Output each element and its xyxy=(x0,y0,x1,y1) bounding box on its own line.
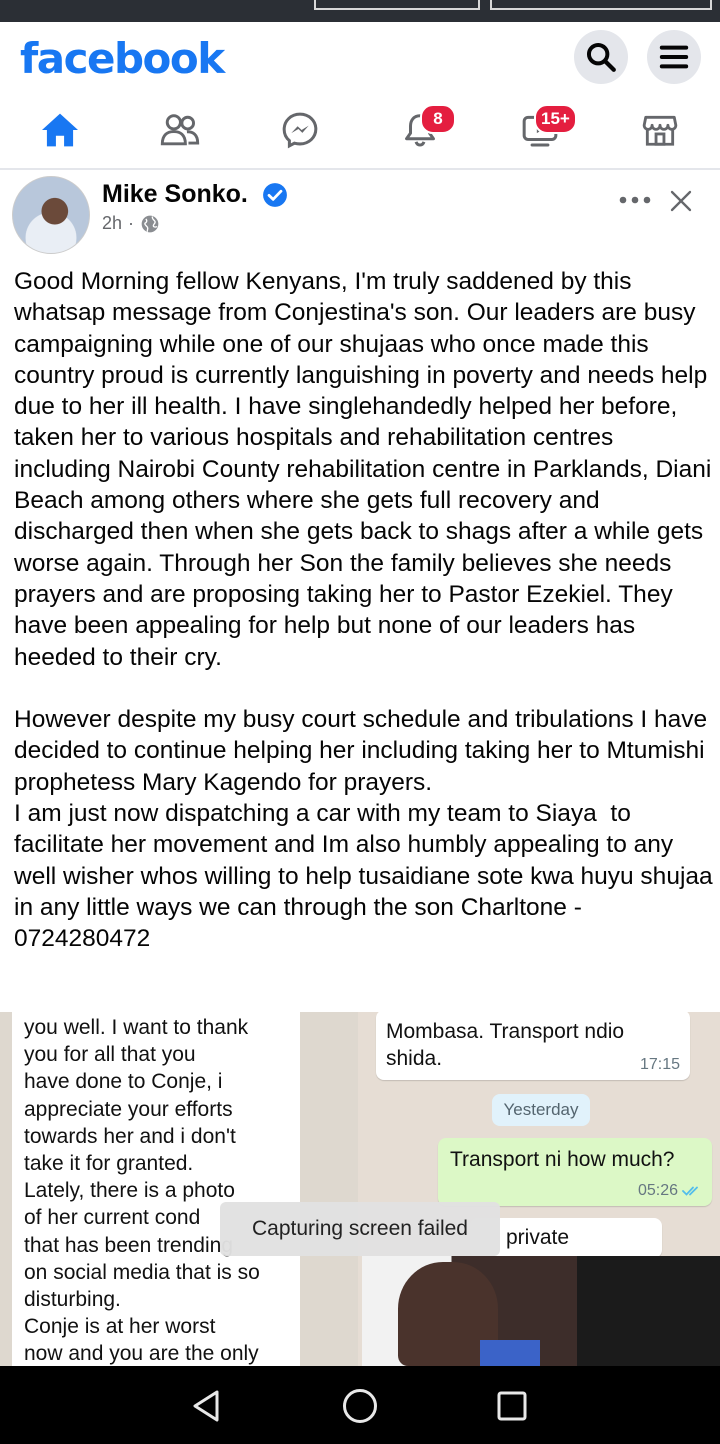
chat-message-left: you well. I want to thank you for all th… xyxy=(24,1016,260,1366)
avatar[interactable] xyxy=(12,176,90,254)
home-button[interactable] xyxy=(338,1384,382,1428)
messenger-icon xyxy=(282,112,318,149)
chat-bubble-text: Mombasa. Transport ndio shida. xyxy=(386,1020,625,1070)
store-icon xyxy=(642,115,678,146)
post-author[interactable]: Mike Sonko. xyxy=(102,180,248,209)
more-dots-icon[interactable] xyxy=(618,192,652,208)
watch-badge: 15+ xyxy=(534,104,577,134)
tab-notifications[interactable]: 8 xyxy=(390,102,456,158)
status-tab xyxy=(314,0,480,10)
globe-icon xyxy=(141,215,159,232)
close-icon[interactable] xyxy=(670,190,692,212)
notification-badge: 8 xyxy=(420,104,456,134)
back-button[interactable] xyxy=(184,1384,228,1428)
tab-home[interactable] xyxy=(30,102,90,158)
status-bar xyxy=(0,0,720,22)
tab-messenger[interactable] xyxy=(270,102,330,158)
tab-marketplace[interactable] xyxy=(630,102,690,158)
tab-friends[interactable] xyxy=(150,102,210,158)
post-body[interactable]: Good Morning fellow Kenyans, I'm truly s… xyxy=(14,266,714,955)
post-meta: 2h · xyxy=(102,213,160,234)
chat-bubble-text: private xyxy=(506,1226,570,1249)
system-nav-bar xyxy=(0,1366,720,1444)
post-time[interactable]: 2h xyxy=(102,213,122,234)
meta-separator: · xyxy=(128,213,135,233)
post-header: Mike Sonko. 2h · xyxy=(0,170,720,260)
chat-photo-shirt xyxy=(480,1340,540,1366)
search-icon xyxy=(586,42,616,72)
chat-bubble-text: Transport ni how much? xyxy=(450,1148,675,1171)
chat-time: 17:15 xyxy=(639,1056,680,1073)
double-check-icon xyxy=(682,1186,698,1196)
menu-button[interactable] xyxy=(647,30,701,84)
recents-square-icon xyxy=(497,1391,527,1421)
chat-bubble-incoming: Mombasa. Transport ndio shida. 17:15 xyxy=(376,1010,690,1080)
back-triangle-icon xyxy=(193,1390,219,1422)
app-header: facebook 8 15+ xyxy=(0,22,720,170)
home-circle-icon xyxy=(343,1389,377,1423)
home-icon xyxy=(42,113,78,147)
facebook-logo[interactable]: facebook xyxy=(20,34,225,83)
tab-watch[interactable]: 15+ xyxy=(510,102,577,158)
search-button[interactable] xyxy=(574,30,628,84)
toast-message: Capturing screen failed xyxy=(220,1202,500,1256)
chat-bubble-outgoing: Transport ni how much? 05:26 xyxy=(438,1138,712,1206)
verified-badge-icon xyxy=(263,183,287,207)
hamburger-menu-icon xyxy=(659,45,689,69)
friends-icon xyxy=(160,114,200,146)
chat-time: 05:26 xyxy=(637,1182,678,1199)
date-chip: Yesterday xyxy=(492,1094,590,1126)
status-tab xyxy=(490,0,712,10)
recents-button[interactable] xyxy=(490,1384,534,1428)
